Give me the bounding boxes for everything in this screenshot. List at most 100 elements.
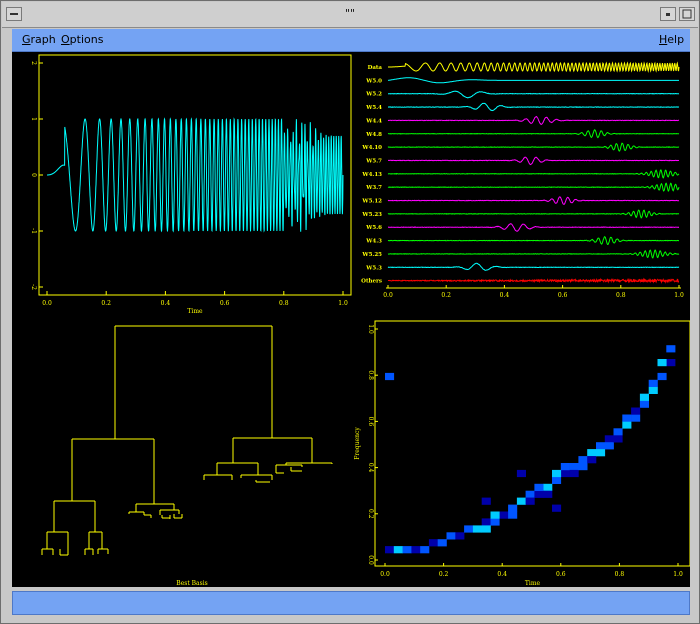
components-x-tick-label: 0.2 xyxy=(441,292,451,299)
menu-graph-label: raph xyxy=(30,33,56,46)
heatmap-cell xyxy=(437,539,447,547)
heatmap-x-tick-label: 0.6 xyxy=(556,571,566,578)
component-label: Others xyxy=(361,279,382,285)
component-trace xyxy=(387,142,680,152)
heatmap-cell xyxy=(657,359,667,367)
heatmap-cell xyxy=(525,497,535,505)
heatmap-y-tick-label: 0.6 xyxy=(367,417,374,427)
heatmap-cell xyxy=(648,386,658,394)
heatmap-cell xyxy=(622,421,632,429)
heatmap-cell xyxy=(385,372,395,381)
heatmap-cell xyxy=(428,539,438,547)
dendrogram-label: Best Basis xyxy=(176,580,207,587)
heatmap-x-tick-label: 0.4 xyxy=(497,571,507,578)
heatmap-cell xyxy=(490,518,500,526)
component-trace xyxy=(387,129,680,139)
heatmap-cell xyxy=(481,518,491,526)
components-x-tick-label: 0.4 xyxy=(500,292,510,299)
component-label: W5.6 xyxy=(365,225,382,231)
components-x-tick-label: 1.0 xyxy=(674,292,684,299)
component-label: W4.4 xyxy=(365,118,382,124)
heatmap-cell xyxy=(639,400,649,408)
heatmap-cell xyxy=(657,372,667,381)
heatmap-x-tick-label: 0.0 xyxy=(380,571,390,578)
heatmap-cell xyxy=(560,463,570,471)
maximize-icon xyxy=(682,9,692,19)
menu-options-mnemonic: O xyxy=(61,33,70,46)
heatmap-cell xyxy=(648,379,658,387)
chirp-signal-line xyxy=(47,117,344,233)
heatmap-x-tick-label: 0.2 xyxy=(439,571,449,578)
heatmap-cell xyxy=(446,532,456,540)
component-trace xyxy=(388,223,680,232)
components-x-tick-label: 0.8 xyxy=(616,292,626,299)
heatmap-cell xyxy=(499,511,509,519)
signal-y-tick-label: 2 xyxy=(30,61,37,65)
heatmap-cell xyxy=(631,407,641,415)
best-basis-tree xyxy=(41,325,333,556)
heatmap-cell xyxy=(543,483,553,491)
heatmap-cell xyxy=(552,504,562,512)
heatmap-cell xyxy=(604,442,614,450)
component-label: W5.25 xyxy=(361,252,382,258)
maximize-button[interactable] xyxy=(679,7,695,21)
heatmap-cell xyxy=(631,414,641,422)
component-label: W4.8 xyxy=(365,132,382,138)
heatmap-cell xyxy=(472,525,482,533)
components-x-tick-label: 0.0 xyxy=(383,292,393,299)
title-bar[interactable]: "" xyxy=(2,2,698,28)
heatmap-cell xyxy=(569,463,579,471)
component-trace xyxy=(387,262,680,271)
heatmap-cell xyxy=(411,546,421,554)
heatmap-cell xyxy=(587,449,597,457)
plot-canvas: 0.0 0.2 0.4 0.6 0.8 1.0 -2 -1 0 1 2 Time 0.0 0.2 0.4 0.… xyxy=(12,52,690,587)
heatmap-x-tick-label: 0.8 xyxy=(615,571,625,578)
signal-x-tick-label: 0.2 xyxy=(101,300,111,307)
menu-options[interactable]: Options xyxy=(61,33,103,46)
component-label: W5.3 xyxy=(365,265,382,271)
heatmap-cell xyxy=(639,393,649,401)
signal-y-tick-label: 0 xyxy=(30,173,37,177)
component-trace xyxy=(388,61,680,73)
component-label: Data xyxy=(368,65,383,71)
heatmap-y-axis-label: Frequency xyxy=(354,427,361,460)
heatmap-cell xyxy=(490,511,500,519)
heatmap-cell xyxy=(508,511,518,519)
status-bar xyxy=(12,591,690,615)
component-label: W5.7 xyxy=(365,158,382,164)
signal-x-tick-label: 0.6 xyxy=(220,300,230,307)
heatmap-y-tick-label: 1.0 xyxy=(367,324,374,334)
heatmap-cell xyxy=(552,476,562,484)
signal-x-tick-label: 0.4 xyxy=(161,300,171,307)
plots-svg: 0.0 0.2 0.4 0.6 0.8 1.0 -2 -1 0 1 2 Time 0.0 0.2 0.4 0.… xyxy=(30,54,690,587)
signal-x-tick-label: 0.0 xyxy=(42,300,52,307)
menu-graph[interactable]: Graph xyxy=(22,33,56,46)
signal-y-tick-label: -2 xyxy=(30,284,37,290)
component-trace xyxy=(388,90,680,99)
heatmap-y-tick-label: 0.8 xyxy=(367,370,374,380)
heatmap-cell xyxy=(578,463,588,471)
heatmap-cell xyxy=(613,428,623,436)
component-trace xyxy=(387,77,679,84)
heatmap-y-tick-label: 0.4 xyxy=(367,463,374,473)
heatmap-cell xyxy=(666,359,676,367)
component-label: W3.7 xyxy=(365,185,382,191)
menu-options-label: ptions xyxy=(69,33,104,46)
component-label: W5.0 xyxy=(365,78,382,84)
heatmap-y-tick-label: 0.2 xyxy=(367,509,374,519)
menu-help[interactable]: Help xyxy=(659,33,684,46)
heatmap-cell xyxy=(508,504,518,512)
minimize-button[interactable] xyxy=(660,7,676,21)
heatmap-cell xyxy=(455,532,465,540)
menu-graph-mnemonic: G xyxy=(22,33,31,46)
component-label: W5.4 xyxy=(365,105,382,111)
heatmap-x-axis-label: Time xyxy=(525,580,541,587)
heatmap-cell xyxy=(481,497,491,505)
component-trace xyxy=(387,249,680,259)
heatmap-cell xyxy=(516,497,526,505)
minimize-icon xyxy=(666,13,670,16)
heatmap-x-tick-label: 1.0 xyxy=(673,571,683,578)
signal-x-axis-label: Time xyxy=(187,308,203,315)
component-trace xyxy=(387,196,680,205)
heatmap-cell xyxy=(622,414,632,422)
